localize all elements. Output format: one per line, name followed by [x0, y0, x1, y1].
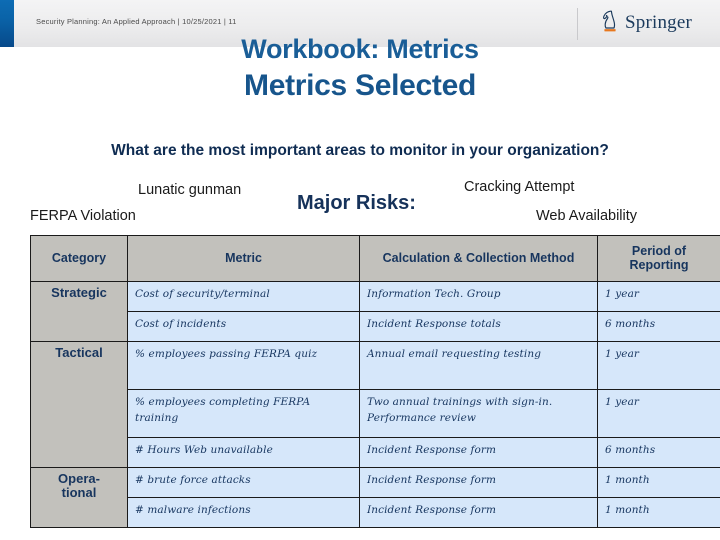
cell-period: 1 year — [597, 388, 720, 438]
column-header-category: Category — [30, 235, 128, 282]
springer-logo: Springer — [600, 9, 692, 35]
cell-category: Tactical — [30, 340, 128, 468]
risk-item-cracking-attempt: Cracking Attempt — [464, 179, 575, 195]
cell-metric: % employees completing FERPA training — [127, 388, 360, 438]
page-title: Workbook: Metrics — [241, 34, 479, 64]
risk-item-lunatic-gunman: Lunatic gunman — [138, 182, 242, 198]
risk-item-ferpa-violation: FERPA Violation — [30, 208, 136, 224]
cell-metric: # brute force attacks — [127, 466, 360, 498]
column-header-period: Period of Reporting — [597, 235, 720, 282]
metrics-table: Category Metric Calculation & Collection… — [30, 235, 720, 528]
cell-category: Strategic — [30, 280, 128, 342]
cell-metric: % employees passing FERPA quiz — [127, 340, 360, 390]
cell-method: Incident Response form — [359, 466, 598, 498]
cell-period: 1 month — [597, 466, 720, 498]
cell-period: 1 month — [597, 496, 720, 528]
cell-period: 6 months — [597, 310, 720, 342]
cell-metric: # Hours Web unavailable — [127, 436, 360, 468]
cell-period: 1 year — [597, 340, 720, 390]
cell-method: Annual email requesting testing — [359, 340, 598, 390]
table-row: Opera-tional # brute force attacks Inciden… — [30, 466, 720, 528]
metrics-table-body: Strategic Cost of security/terminal Inform… — [30, 280, 720, 528]
cell-metric: Cost of incidents — [127, 310, 360, 342]
cell-metric: # malware infections — [127, 496, 360, 528]
question-prompt: What are the most important areas to mon… — [111, 142, 609, 159]
table-row: # malware infections Incident Response fo… — [31, 496, 720, 528]
column-header-metric: Metric — [127, 235, 360, 282]
major-risks-heading: Major Risks: — [297, 192, 416, 214]
table-row: Cost of incidents Incident Response total… — [31, 310, 720, 342]
title-block: Workbook: Metrics Metrics Selected — [0, 34, 720, 104]
springer-wordmark: Springer — [625, 11, 693, 33]
cell-category: Opera-tional — [30, 466, 128, 528]
cell-period: 1 year — [597, 280, 720, 312]
cell-method: Two annual trainings with sign-in. Perfo… — [359, 388, 598, 438]
table-row: # Hours Web unavailable Incident Response… — [31, 436, 720, 468]
page-subtitle: Metrics Selected — [244, 68, 476, 102]
table-row: Strategic Cost of security/terminal Inform… — [30, 280, 720, 342]
table-row: Tactical% employees passing FERPA quiz An… — [30, 340, 720, 468]
cell-method: Incident Response form — [359, 436, 598, 468]
cell-method: Incident Response form — [359, 496, 598, 528]
table-header-row: Category Metric Calculation & Collection… — [30, 235, 720, 282]
cell-method: Incident Response totals — [359, 310, 598, 342]
cell-method: Information Tech. Group — [359, 280, 598, 312]
metrics-table-head: Category Metric Calculation & Collection… — [30, 235, 720, 282]
cell-metric: Cost of security/terminal — [127, 280, 360, 312]
cell-period: 6 months — [597, 436, 720, 468]
table-row: % employees completing FERPA training Two… — [31, 388, 720, 438]
column-header-method: Calculation & Collection Method — [359, 235, 598, 282]
risk-item-web-availability: Web Availability — [536, 208, 638, 224]
springer-knight-icon — [600, 9, 620, 35]
header-meta-text: Security Planning: An Applied Approach |… — [36, 17, 237, 26]
major-risks-cluster: Lunatic gunman FERPA Violation Cracking … — [0, 178, 720, 234]
